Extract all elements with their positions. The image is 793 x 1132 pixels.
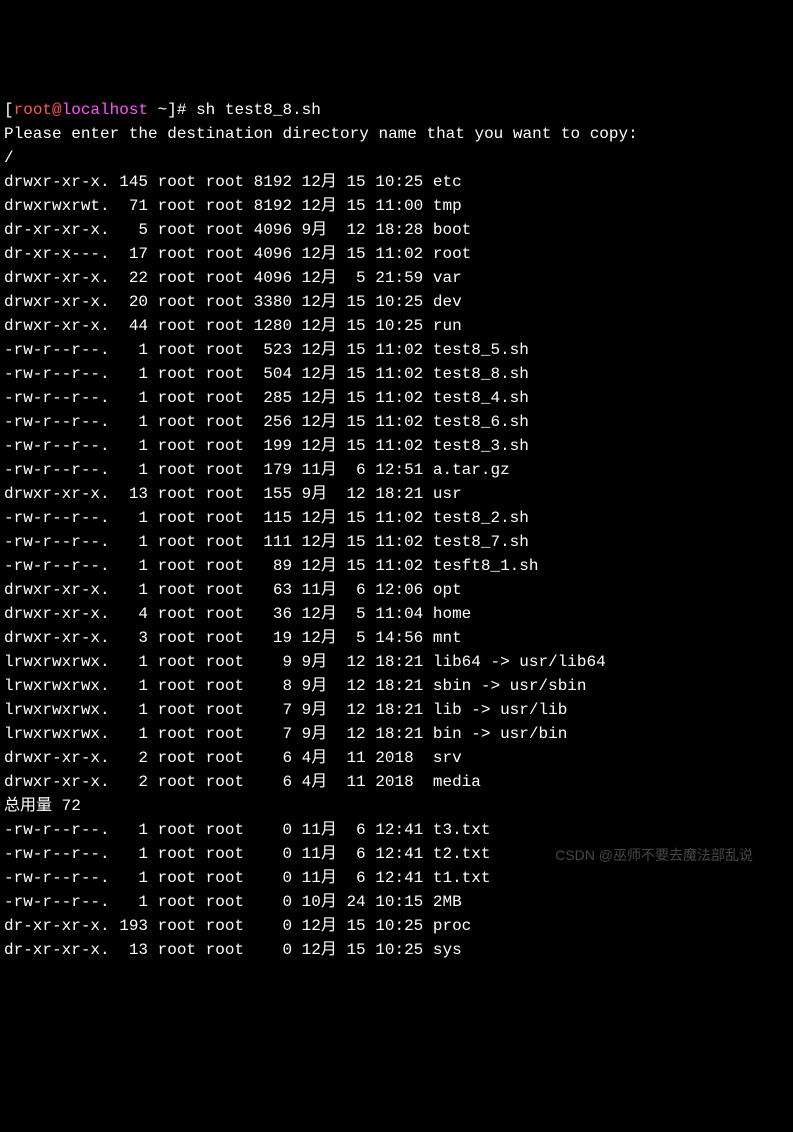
table-row: drwxrwxrwt. 71 root root 8192 12月 15 11:… [4,194,789,218]
table-row: drwxr-xr-x. 1 root root 63 11月 6 12:06 o… [4,578,789,602]
table-row: -rw-r--r--. 1 root root 111 12月 15 11:02… [4,530,789,554]
table-row: drwxr-xr-x. 22 root root 4096 12月 5 21:5… [4,266,789,290]
file-listing-2: -rw-r--r--. 1 root root 0 11月 6 12:41 t3… [4,818,789,962]
table-row: -rw-r--r--. 1 root root 0 10月 24 10:15 2… [4,890,789,914]
table-row: dr-xr-x---. 17 root root 4096 12月 15 11:… [4,242,789,266]
prompt-bracket-open: [ [4,101,14,119]
table-row: drwxr-xr-x. 4 root root 36 12月 5 11:04 h… [4,602,789,626]
table-row: drwxr-xr-x. 44 root root 1280 12月 15 10:… [4,314,789,338]
table-row: -rw-r--r--. 1 root root 179 11月 6 12:51 … [4,458,789,482]
prompt-command: sh test8_8.sh [196,101,321,119]
total-line: 总用量 72 [4,794,789,818]
table-row: lrwxrwxrwx. 1 root root 7 9月 12 18:21 bi… [4,722,789,746]
script-input: / [4,146,789,170]
prompt-line: [root@localhost ~]# sh test8_8.sh [4,98,789,122]
prompt-hostname: localhost [62,101,148,119]
table-row: -rw-r--r--. 1 root root 199 12月 15 11:02… [4,434,789,458]
prompt-user: root@ [14,101,62,119]
table-row: -rw-r--r--. 1 root root 285 12月 15 11:02… [4,386,789,410]
table-row: lrwxrwxrwx. 1 root root 7 9月 12 18:21 li… [4,698,789,722]
table-row: drwxr-xr-x. 145 root root 8192 12月 15 10… [4,170,789,194]
table-row: drwxr-xr-x. 2 root root 6 4月 11 2018 srv [4,746,789,770]
file-listing-1: drwxr-xr-x. 145 root root 8192 12月 15 10… [4,170,789,794]
table-row: drwxr-xr-x. 3 root root 19 12月 5 14:56 m… [4,626,789,650]
table-row: dr-xr-xr-x. 13 root root 0 12月 15 10:25 … [4,938,789,962]
table-row: drwxr-xr-x. 2 root root 6 4月 11 2018 med… [4,770,789,794]
prompt-path: ~ [148,101,167,119]
table-row: dr-xr-xr-x. 193 root root 0 12月 15 10:25… [4,914,789,938]
table-row: -rw-r--r--. 1 root root 504 12月 15 11:02… [4,362,789,386]
table-row: -rw-r--r--. 1 root root 0 11月 6 12:41 t3… [4,818,789,842]
table-row: drwxr-xr-x. 20 root root 3380 12月 15 10:… [4,290,789,314]
script-prompt-text: Please enter the destination directory n… [4,122,789,146]
watermark: CSDN @巫师不要去魔法部乱说 [555,845,753,866]
table-row: -rw-r--r--. 1 root root 256 12月 15 11:02… [4,410,789,434]
table-row: dr-xr-xr-x. 5 root root 4096 9月 12 18:28… [4,218,789,242]
table-row: drwxr-xr-x. 13 root root 155 9月 12 18:21… [4,482,789,506]
table-row: -rw-r--r--. 1 root root 89 12月 15 11:02 … [4,554,789,578]
terminal-output[interactable]: [root@localhost ~]# sh test8_8.shPlease … [0,96,793,964]
table-row: lrwxrwxrwx. 1 root root 8 9月 12 18:21 sb… [4,674,789,698]
table-row: -rw-r--r--. 1 root root 115 12月 15 11:02… [4,506,789,530]
prompt-bracket-close: ]# [167,101,196,119]
table-row: -rw-r--r--. 1 root root 523 12月 15 11:02… [4,338,789,362]
table-row: lrwxrwxrwx. 1 root root 9 9月 12 18:21 li… [4,650,789,674]
